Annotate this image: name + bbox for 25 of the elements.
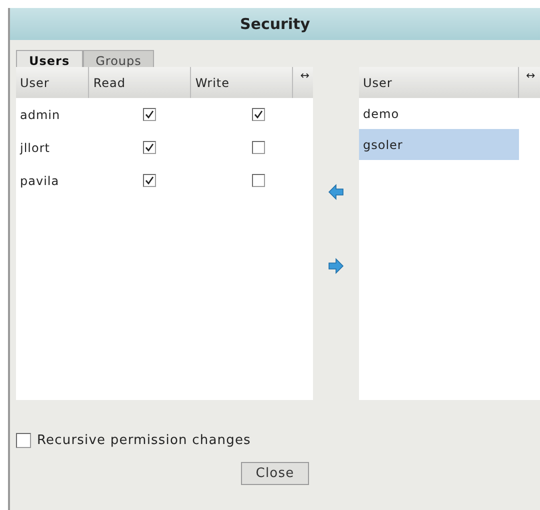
checkbox[interactable] bbox=[16, 433, 31, 448]
checkbox[interactable] bbox=[142, 141, 156, 154]
close-button[interactable]: Close bbox=[240, 462, 310, 485]
checkbox[interactable] bbox=[142, 108, 156, 121]
user-list-item[interactable]: gsoler bbox=[359, 129, 519, 160]
user-list-item[interactable]: demo bbox=[359, 98, 519, 129]
right-arrow-icon[interactable] bbox=[327, 258, 345, 274]
column-header[interactable]: Write bbox=[191, 67, 294, 98]
checkbox[interactable] bbox=[142, 174, 156, 187]
tab[interactable]: Users bbox=[16, 50, 83, 67]
checkbox[interactable] bbox=[252, 108, 265, 121]
user-cell-text: pavila bbox=[19, 174, 60, 188]
user-cell-text: jllort bbox=[18, 140, 51, 154]
tab[interactable]: Groups bbox=[82, 50, 154, 67]
checkbox[interactable] bbox=[252, 141, 265, 154]
column-header[interactable]: User bbox=[16, 67, 90, 98]
column-header[interactable]: User bbox=[359, 67, 519, 98]
user-cell-text: admin bbox=[19, 108, 62, 122]
column-resize-handle[interactable]: ↔ bbox=[297, 67, 314, 84]
checkbox-label: Recursive permission changes bbox=[37, 433, 251, 448]
column-resize-handle[interactable]: ↔ bbox=[523, 67, 539, 84]
window-title: Security bbox=[10, 8, 540, 40]
left-arrow-icon[interactable] bbox=[327, 184, 345, 200]
checkbox[interactable] bbox=[252, 174, 265, 187]
column-header[interactable]: Read bbox=[89, 67, 192, 98]
